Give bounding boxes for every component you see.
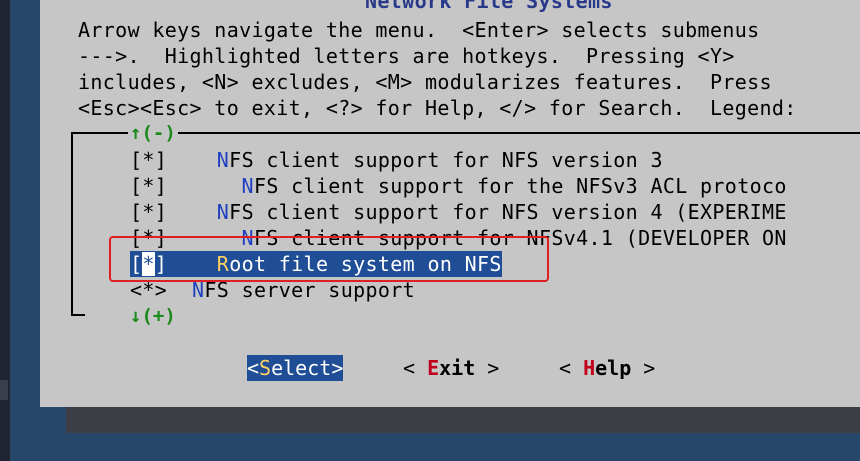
item-mark: [*] <box>130 200 168 224</box>
help-line-3: includes, <N> excludes, <M> modularizes … <box>78 70 772 94</box>
scroll-down-indicator[interactable]: ↓(+) <box>128 305 178 327</box>
item-mark: [*] <box>130 174 168 198</box>
exit-button[interactable]: < Exit > <box>403 355 499 381</box>
terminal-left-edge <box>0 0 10 461</box>
dialog-shadow <box>66 407 860 433</box>
item-hotkey: N <box>216 200 230 224</box>
menu-box-left-border <box>71 132 73 316</box>
item-mark: [*] <box>130 148 168 172</box>
menu-box-bottom-border <box>71 314 85 316</box>
item-hotkey: N <box>216 148 230 172</box>
item-hotkey: N <box>241 174 254 198</box>
help-line-2: --->. Highlighted letters are hotkeys. P… <box>78 44 735 68</box>
menuconfig-dialog: Network File Systems Arrow keys navigate… <box>40 0 860 407</box>
side-handle <box>0 380 8 400</box>
item-label: FS client support for NFS version 4 (EXP… <box>229 200 787 224</box>
annotation-highlight-box <box>109 236 549 282</box>
item-label: FS client support for the NFSv3 ACL prot… <box>253 174 787 198</box>
menu-box-top-border <box>71 132 860 134</box>
help-button[interactable]: < Help > <box>559 355 655 381</box>
help-line-4: <Esc><Esc> to exit, <?> for Help, </> fo… <box>78 96 797 120</box>
menu-item-nfs-v3[interactable]: [*] NFS client support for NFS version 3 <box>130 147 663 173</box>
scroll-up-indicator[interactable]: ↑(-) <box>128 122 178 144</box>
menu-item-nfs-v4[interactable]: [*] NFS client support for NFS version 4… <box>130 199 787 225</box>
dialog-title: Network File Systems <box>365 0 613 13</box>
item-label: FS client support for NFS version 3 <box>229 148 663 172</box>
menu-item-nfsv3-acl[interactable]: [*] NFS client support for the NFSv3 ACL… <box>130 173 787 199</box>
help-line-1: Arrow keys navigate the menu. <Enter> se… <box>78 18 760 42</box>
select-button[interactable]: <Select> <box>247 355 344 381</box>
